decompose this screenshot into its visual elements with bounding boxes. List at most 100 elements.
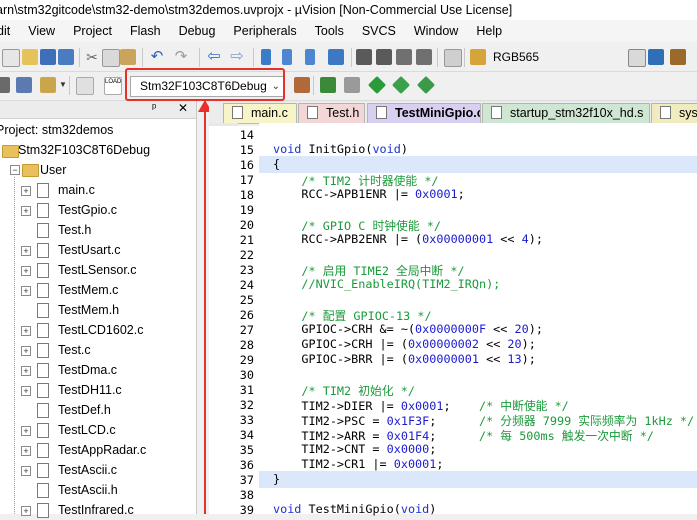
file-extensions-icon[interactable] xyxy=(320,77,336,93)
expand-icon[interactable]: + xyxy=(21,326,31,336)
nav-back-icon[interactable]: ⇦ xyxy=(206,49,222,65)
tab-startup-s[interactable]: startup_stm32f10x_hd.s xyxy=(482,103,650,123)
menu-view[interactable]: View xyxy=(19,20,64,42)
expand-icon[interactable]: + xyxy=(21,286,31,296)
unindent-icon[interactable] xyxy=(376,49,392,65)
editor-tab-bar: main.c Test.h TestMiniGpio.c startup_stm… xyxy=(209,101,697,124)
uncomment-icon[interactable] xyxy=(416,49,432,65)
menu-debug[interactable]: Debug xyxy=(170,20,225,42)
line-number: 30 xyxy=(239,368,254,382)
new-file-icon[interactable] xyxy=(2,49,20,67)
expand-icon[interactable]: + xyxy=(21,466,31,476)
bookmark-icon[interactable] xyxy=(261,49,271,65)
configure-icon[interactable] xyxy=(670,49,686,65)
manage-components-icon[interactable] xyxy=(344,77,360,93)
expand-icon[interactable]: + xyxy=(21,426,31,436)
menu-bar: dit View Project Flash Debug Peripherals… xyxy=(0,20,697,42)
menu-peripherals[interactable]: Peripherals xyxy=(224,20,305,42)
menu-edit[interactable]: dit xyxy=(0,20,19,42)
tree-file-item[interactable]: TestAscii.c xyxy=(58,460,117,480)
debug-session-icon[interactable] xyxy=(648,49,664,65)
select-packs-icon[interactable] xyxy=(391,75,411,95)
project-root[interactable]: Project: stm32demos xyxy=(0,120,113,140)
tree-file-item[interactable]: TestGpio.c xyxy=(58,200,117,220)
line-number: 24 xyxy=(239,278,254,292)
tree-file-item[interactable]: TestAscii.h xyxy=(58,480,118,500)
brace-match-highlight xyxy=(259,471,697,488)
tree-file-item[interactable]: TestUsart.c xyxy=(58,240,121,260)
download-icon[interactable]: LOAD xyxy=(104,77,122,95)
incremental-find-icon[interactable] xyxy=(628,49,646,67)
expand-icon[interactable]: + xyxy=(21,446,31,456)
group-user[interactable]: User xyxy=(40,160,66,180)
chevron-down-icon[interactable]: ▼ xyxy=(59,77,67,93)
find-in-files-icon[interactable] xyxy=(444,49,462,67)
redo-icon[interactable]: ↷ xyxy=(173,49,189,65)
expand-icon[interactable]: + xyxy=(21,366,31,376)
open-folder-icon[interactable] xyxy=(22,49,38,65)
tree-file-item[interactable]: TestLCD1602.c xyxy=(58,320,143,340)
menu-project[interactable]: Project xyxy=(64,20,121,42)
target-node[interactable]: Stm32F103C8T6Debug xyxy=(18,140,150,160)
tab-test-h[interactable]: Test.h xyxy=(298,103,365,123)
indent-icon[interactable] xyxy=(356,49,372,65)
tab-label: TestMiniGpio.c xyxy=(395,106,481,120)
tree-file-item[interactable]: TestDef.h xyxy=(58,400,111,420)
tree-file-item[interactable]: TestMem.c xyxy=(58,280,118,300)
menu-svcs[interactable]: SVCS xyxy=(353,20,405,42)
tree-file-item[interactable]: Test.c xyxy=(58,340,91,360)
code-editor[interactable]: void InitGpio(void){ /* TIM2 计时器使能 */ RC… xyxy=(259,123,697,516)
tree-file-item[interactable]: main.c xyxy=(58,180,95,200)
expand-icon[interactable]: + xyxy=(21,506,31,516)
menu-tools[interactable]: Tools xyxy=(306,20,353,42)
tree-file-item[interactable]: TestLSensor.c xyxy=(58,260,137,280)
close-icon[interactable]: ✕ xyxy=(178,101,188,115)
pin-icon[interactable]: ᵖ xyxy=(152,102,156,114)
rebuild-icon[interactable] xyxy=(40,77,56,93)
runtime-environment-icon[interactable] xyxy=(416,75,436,95)
expand-icon[interactable]: + xyxy=(21,186,31,196)
tree-file-item[interactable]: TestLCD.c xyxy=(58,420,116,440)
tree-file-item[interactable]: TestInfrared.c xyxy=(58,500,134,520)
tree-file-item[interactable]: TestAppRadar.c xyxy=(58,440,146,460)
file-icon xyxy=(37,343,49,358)
paste-icon[interactable] xyxy=(120,49,136,65)
build-icon[interactable] xyxy=(16,77,32,93)
clear-bookmarks-icon[interactable] xyxy=(328,49,344,65)
save-icon[interactable] xyxy=(40,49,56,65)
tree-file-item[interactable]: Test.h xyxy=(58,220,91,240)
tab-testminigpio-c[interactable]: TestMiniGpio.c xyxy=(367,103,481,123)
copy-icon[interactable] xyxy=(102,49,120,67)
file-icon xyxy=(232,106,243,119)
cut-icon[interactable]: ✂ xyxy=(84,49,100,65)
menu-window[interactable]: Window xyxy=(405,20,467,42)
tree-file-item[interactable]: TestDma.c xyxy=(58,360,117,380)
nav-forward-icon[interactable]: ⇨ xyxy=(229,49,245,65)
file-icon xyxy=(37,263,49,278)
expand-icon[interactable]: + xyxy=(21,386,31,396)
batch-build-icon[interactable] xyxy=(76,77,94,95)
tab-main-c[interactable]: main.c xyxy=(223,103,297,123)
collapse-icon[interactable]: − xyxy=(10,165,20,175)
prev-bookmark-icon[interactable] xyxy=(282,49,292,65)
expand-icon[interactable]: + xyxy=(21,246,31,256)
expand-icon[interactable]: + xyxy=(21,346,31,356)
undo-icon[interactable]: ↶ xyxy=(149,49,165,65)
find-icon[interactable] xyxy=(470,49,486,65)
tree-file-item[interactable]: TestMem.h xyxy=(58,300,119,320)
tab-sys[interactable]: sys xyxy=(651,103,697,123)
expand-icon[interactable]: + xyxy=(21,266,31,276)
save-all-icon[interactable] xyxy=(58,49,74,65)
expand-icon[interactable]: + xyxy=(21,206,31,216)
options-for-target-icon[interactable] xyxy=(294,77,310,93)
code-line: GPIOC->BRR |= (0x00000001 << 13); xyxy=(273,352,536,366)
next-bookmark-icon[interactable] xyxy=(305,49,315,65)
tree-file-item[interactable]: TestDH11.c xyxy=(58,380,122,400)
comment-icon[interactable] xyxy=(396,49,412,65)
menu-help[interactable]: Help xyxy=(467,20,511,42)
pack-installer-icon[interactable] xyxy=(367,75,387,95)
menu-flash[interactable]: Flash xyxy=(121,20,170,42)
find-text-value[interactable]: RGB565 xyxy=(493,50,539,64)
file-icon xyxy=(37,443,49,458)
translate-icon[interactable] xyxy=(0,77,10,93)
